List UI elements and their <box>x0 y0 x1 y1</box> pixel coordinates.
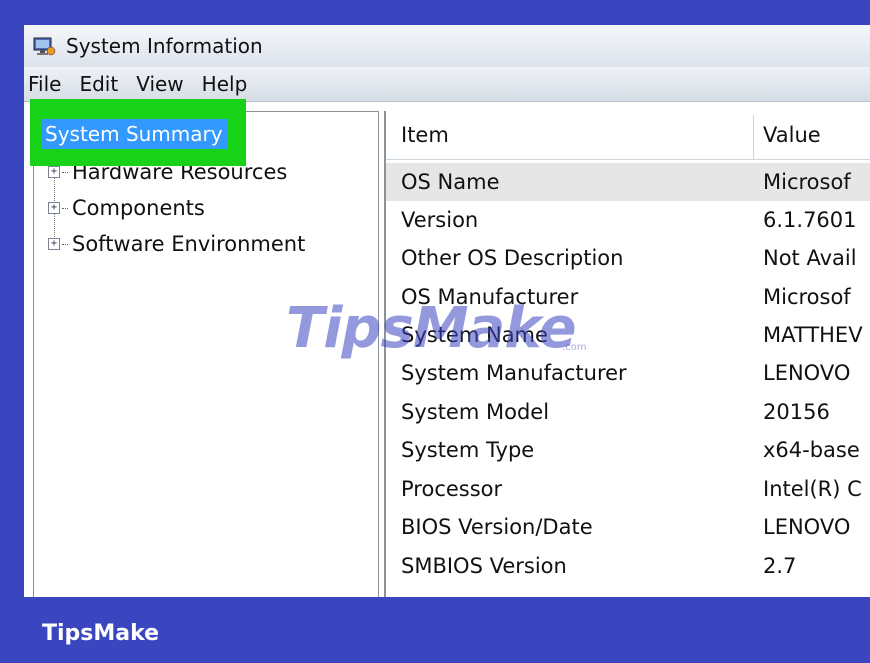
table-row[interactable]: System Type x64-base <box>386 431 870 469</box>
tree-item-system-summary[interactable]: System Summary <box>41 119 227 149</box>
table-row[interactable]: OS Name Microsof <box>386 163 870 201</box>
column-header-item[interactable]: Item <box>401 119 449 151</box>
value-cell: x64-base <box>763 438 860 462</box>
value-cell: 6.1.7601 <box>763 208 857 232</box>
details-pane: Item Value OS Name Microsof Version 6.1.… <box>384 111 870 597</box>
tree-item-label: Software Environment <box>72 232 306 256</box>
table-row[interactable]: Processor Intel(R) C <box>386 470 870 508</box>
item-cell: Processor <box>401 477 503 501</box>
item-cell: BIOS Version/Date <box>401 515 593 539</box>
tree-item-components[interactable]: + Components <box>48 193 205 223</box>
expand-icon[interactable]: + <box>48 238 60 250</box>
menu-help[interactable]: Help <box>193 72 257 96</box>
footer-brand: TipsMake <box>42 621 160 646</box>
menu-file[interactable]: File <box>24 72 70 96</box>
tree-item-label: Components <box>72 196 205 220</box>
value-cell: LENOVO <box>763 361 851 385</box>
tree-branch <box>62 207 68 209</box>
expand-icon[interactable]: + <box>48 166 60 178</box>
item-cell: Version <box>401 208 479 232</box>
value-cell: 20156 <box>763 400 830 424</box>
table-row[interactable]: System Model 20156 <box>386 393 870 431</box>
value-cell: Microsof <box>763 170 851 194</box>
table-row[interactable]: Version 6.1.7601 <box>386 201 870 239</box>
menu-edit[interactable]: Edit <box>70 72 127 96</box>
item-cell: System Type <box>401 438 535 462</box>
expand-icon[interactable]: + <box>48 202 60 214</box>
table-row[interactable]: SMBIOS Version 2.7 <box>386 547 870 585</box>
system-info-icon <box>33 37 56 56</box>
item-cell: System Model <box>401 400 550 424</box>
table-row[interactable]: System Manufacturer LENOVO <box>386 354 870 392</box>
value-cell: Not Avail <box>763 246 857 270</box>
system-information-window: System Information File Edit View Help +… <box>24 25 870 597</box>
value-cell: LENOVO <box>763 515 851 539</box>
tree-branch <box>62 171 68 173</box>
item-cell: System Manufacturer <box>401 361 627 385</box>
value-cell: Microsof <box>763 285 851 309</box>
table-row[interactable]: Other OS Description Not Avail <box>386 239 870 277</box>
tree-branch <box>62 243 68 245</box>
column-header-value[interactable]: Value <box>763 119 821 151</box>
window-title: System Information <box>66 34 263 58</box>
value-cell: 2.7 <box>763 554 797 578</box>
item-cell: OS Manufacturer <box>401 285 579 309</box>
table-row[interactable]: OS Manufacturer Microsof <box>386 278 870 316</box>
item-cell: Other OS Description <box>401 246 624 270</box>
value-cell: MATTHEV <box>763 323 863 347</box>
menu-view[interactable]: View <box>127 72 192 96</box>
title-bar: System Information <box>24 25 870 67</box>
column-divider[interactable] <box>753 115 754 159</box>
item-cell: OS Name <box>401 170 500 194</box>
table-header: Item Value <box>386 111 870 160</box>
item-cell: System Name <box>401 323 548 347</box>
table-row[interactable]: BIOS Version/Date LENOVO <box>386 508 870 546</box>
value-cell: Intel(R) C <box>763 477 862 501</box>
tree-item-software-environment[interactable]: + Software Environment <box>48 229 305 259</box>
item-cell: SMBIOS Version <box>401 554 567 578</box>
menu-bar: File Edit View Help <box>24 67 870 102</box>
table-row[interactable]: System Name MATTHEV <box>386 316 870 354</box>
